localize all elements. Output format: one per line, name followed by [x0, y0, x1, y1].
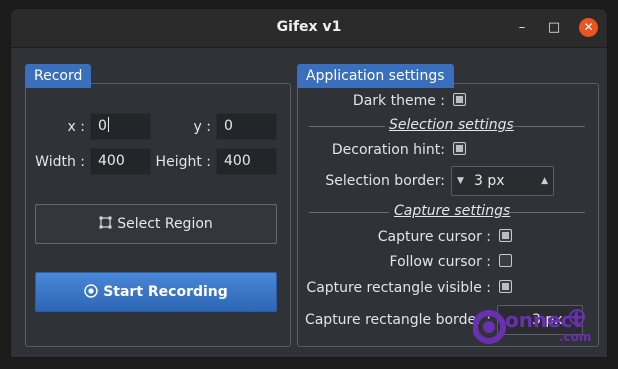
selection-settings-heading: Selection settings: [389, 117, 514, 133]
height-label: Height :: [155, 154, 211, 170]
capture-separator-left: [309, 212, 389, 213]
select-region-icon: [99, 216, 112, 229]
follow-cursor-checkbox[interactable]: [499, 254, 512, 267]
title-bar: Gifex v1 – □ ✕: [11, 9, 607, 48]
connect-watermark-logo: onnect .com: [473, 308, 591, 344]
width-input[interactable]: 400: [90, 148, 151, 175]
selection-separator-left: [309, 126, 385, 127]
start-recording-button[interactable]: Start Recording: [35, 272, 277, 312]
settings-group-title: Application settings: [297, 64, 454, 88]
svg-text:.com: .com: [559, 330, 591, 344]
close-button[interactable]: ✕: [579, 18, 598, 37]
decoration-hint-checkbox[interactable]: [453, 142, 466, 155]
maximize-button[interactable]: □: [545, 19, 563, 37]
decoration-hint-label: Decoration hint:: [331, 142, 445, 158]
capture-cursor-checkbox[interactable]: [499, 229, 512, 242]
capture-rect-visible-label: Capture rectangle visible :: [306, 280, 491, 296]
select-region-label: Select Region: [117, 216, 213, 232]
x-value: 0: [98, 118, 107, 134]
minimize-button[interactable]: –: [513, 19, 531, 37]
increase-icon[interactable]: ▲: [541, 167, 548, 195]
selection-border-spinbox[interactable]: ▼ 3 px ▲: [451, 166, 554, 196]
dark-theme-label: Dark theme :: [352, 93, 445, 109]
dark-theme-checkbox[interactable]: [453, 93, 466, 106]
text-cursor: [107, 117, 109, 132]
follow-cursor-label: Follow cursor :: [389, 254, 491, 270]
record-icon: [84, 284, 98, 298]
capture-rect-visible-checkbox[interactable]: [499, 280, 512, 293]
record-group-title: Record: [25, 64, 92, 88]
selection-separator-right: [511, 126, 585, 127]
y-label: y :: [193, 119, 211, 135]
capture-separator-right: [508, 212, 585, 213]
height-input[interactable]: 400: [216, 148, 277, 175]
selection-border-value: 3 px: [474, 173, 505, 189]
capture-cursor-label: Capture cursor :: [377, 229, 491, 245]
app-window: Gifex v1 – □ ✕ Record x : 0 y : 0 Width …: [10, 8, 608, 358]
x-input[interactable]: 0: [90, 113, 151, 140]
width-label: Width :: [35, 154, 85, 170]
selection-border-label: Selection border:: [325, 173, 445, 189]
decrease-icon[interactable]: ▼: [457, 167, 464, 195]
capture-settings-heading: Capture settings: [394, 203, 511, 219]
y-input[interactable]: 0: [216, 113, 277, 140]
x-label: x :: [67, 119, 85, 135]
capture-rect-border-label: Capture rectangle border :: [304, 312, 491, 328]
select-region-button[interactable]: Select Region: [35, 204, 277, 244]
start-recording-label: Start Recording: [103, 284, 228, 300]
